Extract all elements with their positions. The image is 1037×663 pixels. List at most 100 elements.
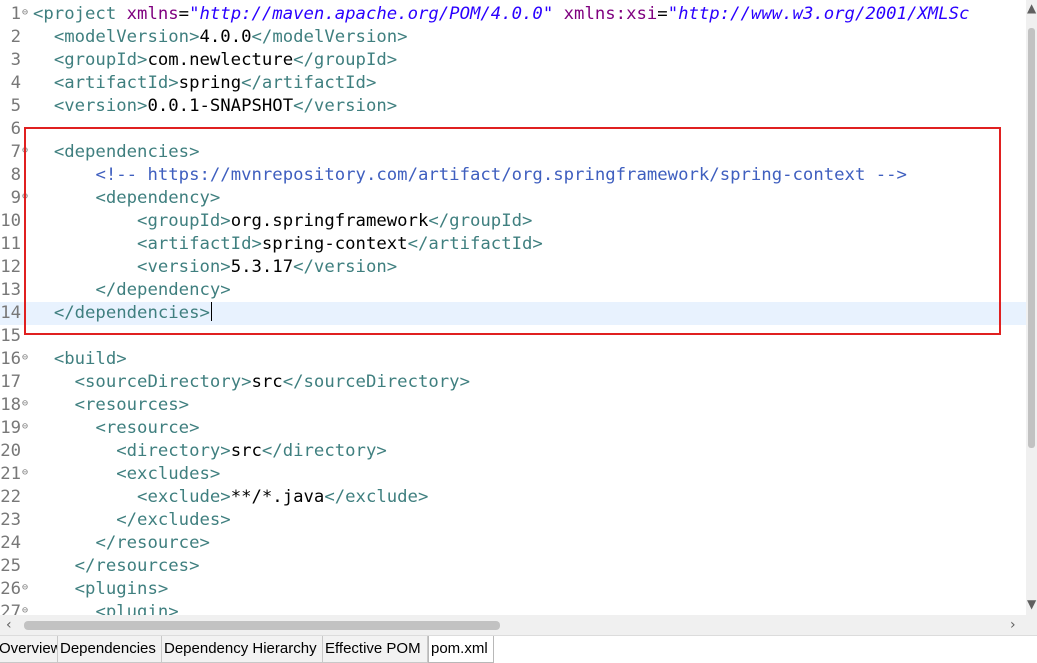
horizontal-scrollbar-thumb[interactable] — [24, 621, 500, 630]
code-token: <version> — [53, 96, 148, 116]
code-text: <exclude>**/*.java</exclude> — [33, 486, 428, 509]
code-line[interactable]: 12 <version>5.3.17</version> — [0, 256, 1026, 279]
scroll-up-arrow-icon[interactable]: ▲ — [1027, 2, 1036, 14]
tab-dependency-hierarchy[interactable]: Dependency Hierarchy — [162, 636, 323, 663]
code-token: <groupId> — [137, 211, 231, 231]
code-line[interactable]: 10 <groupId>org.springframework</groupId… — [0, 210, 1026, 233]
code-line[interactable]: 24 </resource> — [0, 532, 1026, 555]
vertical-scrollbar-thumb[interactable] — [1028, 28, 1035, 448]
code-line[interactable]: 22 <exclude>**/*.java</exclude> — [0, 486, 1026, 509]
code-token: <sourceDirectory> — [74, 372, 252, 392]
collapse-icon[interactable]: ⊖ — [22, 187, 31, 207]
code-line[interactable]: 17 <sourceDirectory>src</sourceDirectory… — [0, 371, 1026, 394]
code-line[interactable]: 18 ⊖ <resources> — [0, 394, 1026, 417]
code-text: <modelVersion>4.0.0</modelVersion> — [33, 26, 408, 49]
text-caret — [210, 302, 212, 321]
code-token: </version> — [293, 257, 398, 277]
collapse-icon[interactable]: ⊖ — [22, 578, 31, 598]
code-line[interactable]: 2 <modelVersion>4.0.0</modelVersion> — [0, 26, 1026, 49]
code-line[interactable]: 13 </dependency> — [0, 279, 1026, 302]
code-line[interactable]: 23 </excludes> — [0, 509, 1026, 532]
line-number: 15 — [0, 326, 21, 346]
tab-overview[interactable]: Overview — [0, 636, 58, 663]
editor-tab-bar: Overview Dependencies Dependency Hierarc… — [0, 635, 1037, 663]
code-line[interactable]: 5 <version>0.0.1-SNAPSHOT</version> — [0, 95, 1026, 118]
scroll-down-arrow-icon[interactable]: ▼ — [1027, 598, 1036, 610]
scroll-right-arrow-icon[interactable]: › — [1010, 618, 1016, 632]
code-token: </sourceDirectory> — [282, 372, 470, 392]
code-line[interactable]: 8 <!-- https://mvnrepository.com/artifac… — [0, 164, 1026, 187]
tab-effective-pom[interactable]: Effective POM — [323, 636, 428, 663]
code-token: </directory> — [261, 441, 387, 461]
code-line[interactable]: 16 ⊖ <build> — [0, 348, 1026, 371]
code-lines[interactable]: 1 ⊖ <project xmlns="http://maven.apache.or… — [0, 3, 1026, 615]
code-line[interactable]: 6 — [0, 118, 1026, 141]
code-token: org.springframework — [230, 211, 429, 231]
line-number: 9 — [10, 188, 21, 208]
code-line[interactable]: 19 ⊖ <resource> — [0, 417, 1026, 440]
code-token: <resource> — [95, 418, 200, 438]
collapse-icon[interactable]: ⊖ — [22, 141, 31, 161]
code-line[interactable]: 27 ⊖ <plugin> — [0, 601, 1026, 615]
code-line[interactable]: 9 ⊖ <dependency> — [0, 187, 1026, 210]
code-line[interactable]: 14 </dependencies> — [0, 302, 1026, 325]
line-number: 19 — [0, 418, 21, 438]
code-text: <excludes> — [33, 463, 220, 486]
code-token: <build> — [53, 349, 127, 369]
code-text: </resources> — [33, 555, 200, 578]
collapse-icon[interactable]: ⊖ — [22, 417, 31, 437]
scrollbar-corner — [1026, 615, 1037, 635]
line-number: 12 — [0, 257, 21, 277]
code-line[interactable]: 3 <groupId>com.newlecture</groupId> — [0, 49, 1026, 72]
code-line[interactable]: 21 ⊖ <excludes> — [0, 463, 1026, 486]
code-line[interactable]: 4 <artifactId>spring</artifactId> — [0, 72, 1026, 95]
collapse-icon[interactable]: ⊖ — [22, 463, 31, 483]
horizontal-scrollbar[interactable]: ‹ › — [0, 615, 1026, 635]
line-number: 20 — [0, 441, 21, 461]
code-token: <dependencies> — [53, 142, 200, 162]
code-text: <version>5.3.17</version> — [33, 256, 397, 279]
code-token: src — [230, 441, 262, 461]
code-text: </resource> — [33, 532, 209, 555]
line-number: 13 — [0, 280, 21, 300]
code-line[interactable]: 26 ⊖ <plugins> — [0, 578, 1026, 601]
code-token: <modelVersion> — [53, 27, 200, 47]
code-line[interactable]: 20 <directory>src</directory> — [0, 440, 1026, 463]
code-line[interactable]: 11 <artifactId>spring-context</artifactI… — [0, 233, 1026, 256]
scroll-left-arrow-icon[interactable]: ‹ — [6, 618, 12, 632]
tab-dependencies[interactable]: Dependencies — [58, 636, 162, 663]
collapse-icon[interactable]: ⊖ — [22, 3, 31, 23]
tab-pom-xml[interactable]: pom.xml — [428, 636, 494, 663]
collapse-icon[interactable]: ⊖ — [22, 601, 31, 615]
code-line[interactable]: 25 </resources> — [0, 555, 1026, 578]
code-token: <resources> — [74, 395, 190, 415]
collapse-icon[interactable]: ⊖ — [22, 348, 31, 368]
code-token: <groupId> — [53, 50, 148, 70]
code-text: </dependency> — [33, 279, 231, 302]
collapse-icon[interactable]: ⊖ — [22, 394, 31, 414]
xml-editor[interactable]: 1 ⊖ <project xmlns="http://maven.apache.or… — [0, 0, 1037, 615]
code-token: </dependency> — [95, 280, 231, 300]
line-number: 21 — [0, 464, 21, 484]
code-line[interactable]: 1 ⊖ <project xmlns="http://maven.apache.or… — [0, 3, 1026, 26]
code-text: <project xmlns="http://maven.apache.org/… — [33, 3, 969, 26]
line-number: 22 — [0, 487, 21, 507]
code-token: spring-context — [261, 234, 408, 254]
code-token: </exclude> — [324, 487, 429, 507]
line-number: 25 — [0, 556, 21, 576]
code-line[interactable]: 7 ⊖ <dependencies> — [0, 141, 1026, 164]
code-token: <directory> — [116, 441, 231, 461]
vertical-scrollbar[interactable]: ▲ ▼ — [1026, 0, 1037, 615]
code-token: </groupId> — [293, 50, 398, 70]
code-line[interactable]: 15 — [0, 325, 1026, 348]
